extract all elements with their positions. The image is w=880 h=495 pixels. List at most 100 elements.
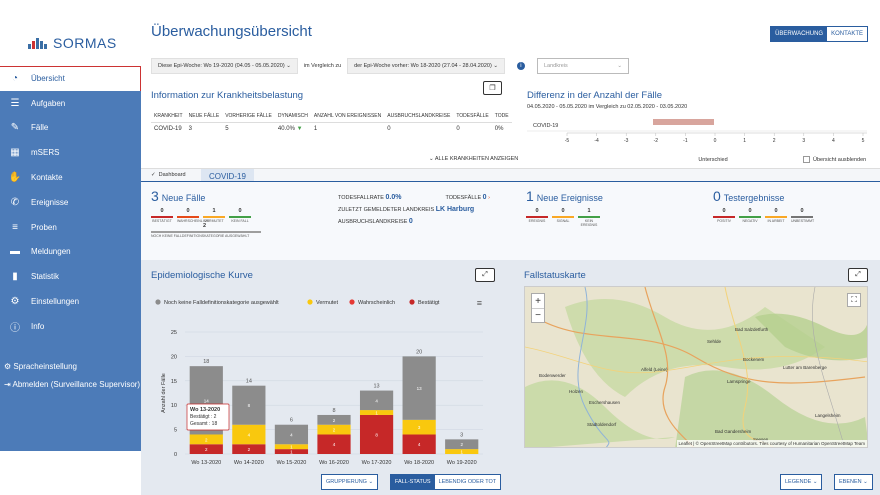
tooltip-total: Gesamt : 18 — [190, 421, 217, 427]
column-header[interactable]: ANZAHL VON EREIGNISSEN — [310, 110, 385, 123]
cfr-cell: 0% — [494, 126, 504, 133]
new-cases-cell: 3 — [188, 126, 192, 133]
new-events-label: Neue Ereignisse — [536, 193, 603, 203]
difference-tick: -1 — [683, 138, 688, 144]
sidebar-item-übersicht[interactable]: ◔ Übersicht — [0, 66, 141, 91]
sidebar-item-info[interactable]: ⓘ Info — [0, 314, 141, 339]
expand-icon: ⤢ — [482, 271, 488, 278]
surveillance-toggle-button[interactable]: ÜBERWACHUNG — [771, 27, 828, 41]
sidebar-item-meldungen[interactable]: ▬ Meldungen — [0, 240, 141, 265]
info-icon: ⓘ — [10, 322, 20, 334]
breakdown-label: EREIGNIS — [528, 219, 546, 223]
column-header[interactable]: AUSBRUCHSLANDKREISE — [384, 110, 454, 123]
sidebar-item-statistik[interactable]: ▮ Statistik — [0, 264, 141, 289]
y-tick-label: 10 — [171, 403, 177, 409]
sidebar-item-kontakte[interactable]: ✋ Kontakte — [0, 165, 141, 190]
sidebar-item-msers[interactable]: ▦ mSERS — [0, 140, 141, 165]
map-label: Lutter am Barenberge — [783, 365, 827, 370]
map-attribution[interactable]: Leaflet | © OpenStreetMap contributors. … — [676, 440, 867, 447]
map-label: Bockenem — [743, 357, 765, 362]
difference-tick: -3 — [624, 138, 629, 144]
landkreis-select[interactable]: Landkreis ⌄ — [536, 58, 629, 74]
legend-dot — [349, 299, 355, 305]
dynamic-value: 40.0% — [277, 126, 295, 133]
case-status-button[interactable]: FALL-STATUS — [391, 475, 435, 489]
sidebar-item-label: Meldungen — [31, 247, 71, 257]
language-label: Spracheinstellung — [13, 362, 78, 371]
unclassified-value: 2 — [203, 223, 207, 229]
breakdown-value: 1 — [587, 208, 591, 214]
breakdown-item: 0 WAHRSCHEINLICH — [177, 208, 209, 223]
breakdown-label: NEGATIV — [742, 219, 758, 223]
checkbox-icon — [803, 156, 810, 163]
x-tick-label: Wo 16-2020 — [319, 460, 349, 466]
difference-disease: COVID-19 — [533, 123, 558, 129]
cfr-value: 0.0% — [385, 194, 402, 201]
column-header[interactable]: TODESFÄLLE — [453, 110, 492, 123]
sidebar-item-proben[interactable]: ≡ Proben — [0, 215, 141, 240]
table-row[interactable]: COVID-19 3 5 40.0% ▼ 1 0 0 0% — [151, 122, 512, 136]
bar-total-label: 3 — [460, 432, 463, 438]
sidebar-item-aufgaben[interactable]: ☰ Aufgaben — [0, 91, 141, 116]
epicurve-expand-button[interactable]: ⤢ — [475, 268, 495, 282]
x-tick-label: Wo 15-2020 — [276, 460, 306, 466]
breakdown-value: 0 — [186, 208, 190, 214]
breakdown-label: KEIN FALL — [231, 219, 249, 223]
sidebar-item-einstellungen[interactable]: ⚙ Einstellungen — [0, 289, 141, 314]
info-icon[interactable]: i — [516, 62, 525, 70]
status-toggle: FALL-STATUS LEBENDIG ODER TOT — [390, 474, 502, 490]
logout-label: Abmelden (Surveillance Supervisor) — [12, 380, 141, 389]
legend-dropdown[interactable]: LEGENDE ⌄ — [780, 474, 823, 490]
column-header[interactable]: TODE — [491, 110, 512, 123]
case-status-map[interactable]: Bad Salzdetfurth Sehlde Bockenem Alfeld … — [524, 286, 868, 448]
database-icon: ≡ — [12, 221, 18, 233]
breakdown-label: BESTÄTIGT — [152, 219, 172, 223]
deaths-cell: 0 — [456, 126, 460, 133]
legend-dot — [307, 299, 313, 305]
dashboard-checkbox[interactable]: ✓ Dashboard — [151, 172, 186, 178]
show-all-diseases-link[interactable]: ⌄ ALLE KRANKHEITEN ANZEIGEN — [429, 156, 518, 162]
zoom-out-button[interactable]: − — [532, 308, 544, 322]
map-title: Fallstatuskarte — [524, 270, 586, 281]
language-settings-link[interactable]: ⚙ Spracheinstellung — [4, 362, 77, 371]
fullscreen-button[interactable]: ⛶ — [847, 293, 861, 307]
expand-button[interactable]: ❐ — [483, 81, 502, 95]
zoom-in-button[interactable]: + — [532, 294, 544, 308]
breakdown-label: SIGNAL — [556, 219, 570, 223]
grouping-button[interactable]: GRUPPIERUNG ⌄ — [322, 475, 377, 489]
column-header[interactable]: VORHERIGE FÄLLE — [222, 110, 275, 123]
column-header[interactable]: NEUE FÄLLE — [185, 110, 223, 123]
legend-label: Noch keine Falldefinitionskategorie ausg… — [164, 300, 279, 306]
tab-covid19[interactable]: COVID-19 — [201, 169, 254, 183]
map-expand-button[interactable]: ⤢ — [848, 268, 868, 282]
hide-overview-checkbox[interactable]: Übersicht ausblenden — [803, 156, 866, 163]
difference-tick: -4 — [594, 138, 599, 144]
y-tick-label: 20 — [171, 354, 177, 360]
alive-dead-button[interactable]: LEBENDIG ODER TOT — [435, 475, 501, 489]
outbreak-label: AUSBRUCHSLANDKREISE — [338, 219, 408, 225]
layers-button[interactable]: EBENEN ⌄ — [835, 475, 872, 489]
difference-tick: 0 — [714, 138, 717, 144]
chevron-down-icon: ⌄ — [812, 479, 818, 485]
epiweek-select[interactable]: Diese Epi-Woche: Wo 19-2020 (04.05 - 05.… — [151, 58, 298, 74]
column-header[interactable]: DYNAMISCH — [274, 110, 311, 123]
sidebar-item-fälle[interactable]: ✎ Fälle — [0, 116, 141, 141]
layers-dropdown[interactable]: EBENEN ⌄ — [834, 474, 873, 490]
contacts-toggle-button[interactable]: KONTAKTE — [827, 27, 867, 41]
grouping-dropdown[interactable]: GRUPPIERUNG ⌄ — [321, 474, 379, 490]
breakdown-label: VERMUTET — [204, 219, 224, 223]
difference-tick: 4 — [832, 138, 835, 144]
x-tick-label: Wo 17-2020 — [362, 460, 392, 466]
breakdown-item: 0 BESTÄTIGT — [151, 208, 173, 223]
sidebar-item-ereignisse[interactable]: ✆ Ereignisse — [0, 190, 141, 215]
chevron-down-icon: ⌄ — [617, 63, 622, 69]
disease-table: KRANKHEIT NEUE FÄLLE VORHERIGE FÄLLE DYNAMI… — [151, 110, 512, 136]
tests-breakdown: 0 POSITIV 0 NEGATIV 0 IN ARBEIT 0 UNBESTIMMT — [713, 208, 814, 223]
chevron-down-icon: ⌄ — [863, 479, 868, 485]
column-header[interactable]: KRANKHEIT — [151, 110, 186, 123]
legend-button[interactable]: LEGENDE ⌄ — [781, 475, 821, 489]
x-tick-label: Wo 13-2020 — [191, 460, 221, 466]
compare-select[interactable]: der Epi-Woche vorher: Wo 18-2020 (27.04 … — [347, 58, 505, 74]
logout-link[interactable]: ⇥ Abmelden (Surveillance Supervisor) — [4, 380, 140, 389]
map-label: Holzen — [569, 389, 584, 394]
